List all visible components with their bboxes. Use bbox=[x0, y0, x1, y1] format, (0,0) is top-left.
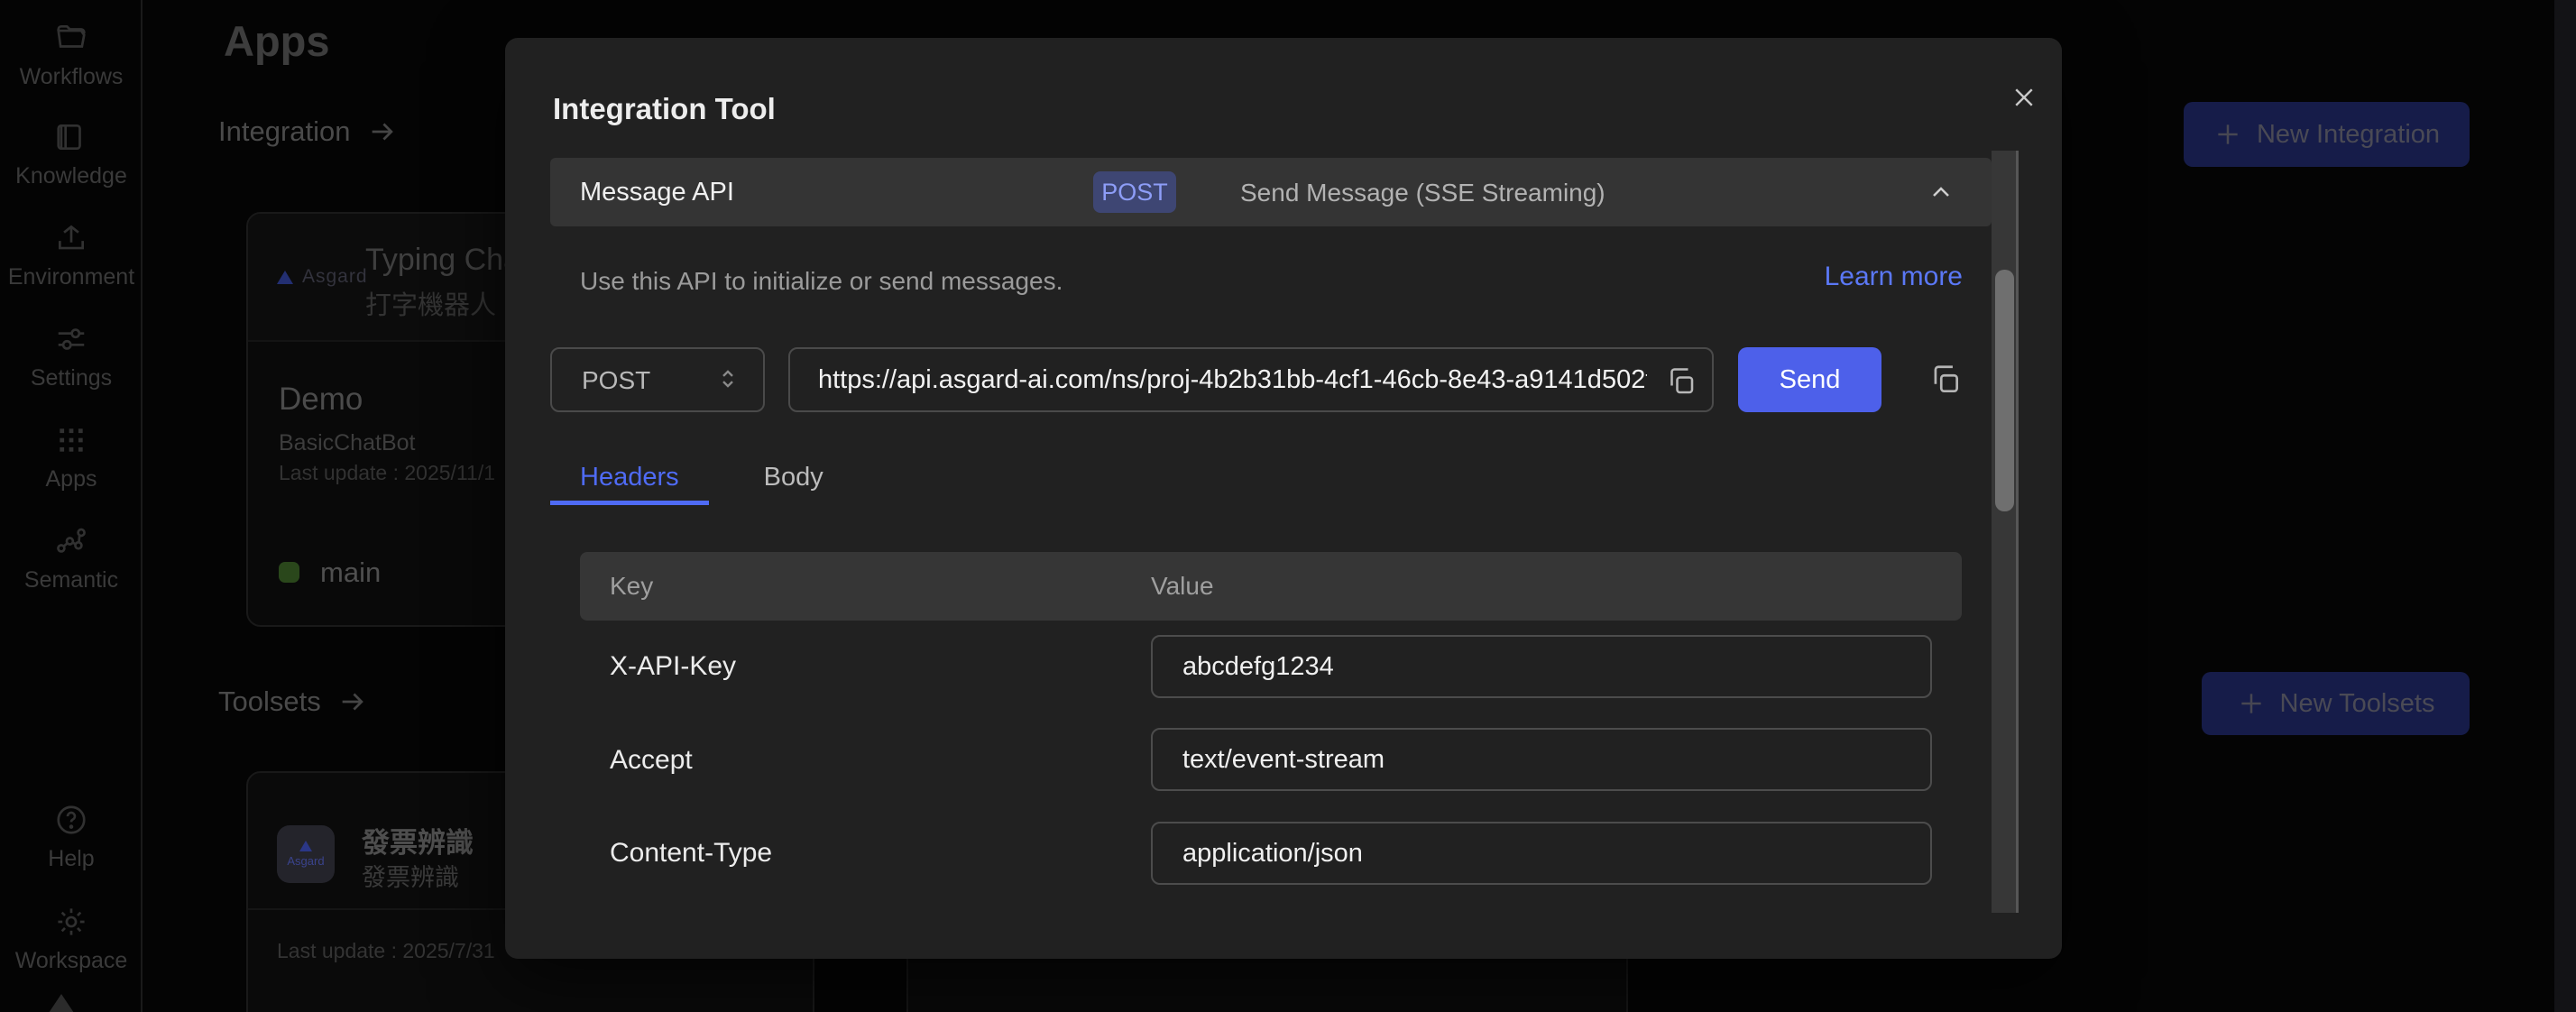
column-value: Value bbox=[1151, 572, 1214, 601]
grid-icon bbox=[54, 423, 88, 457]
brand-row: Asgard bbox=[277, 266, 368, 288]
toolset-title: 發票辨識 bbox=[362, 820, 474, 860]
sidebar: Workflows Knowledge Environment Settings… bbox=[0, 0, 143, 1012]
branch-label: main bbox=[320, 557, 381, 589]
request-tabs: Headers Body bbox=[550, 455, 853, 505]
plus-icon bbox=[2237, 689, 2266, 718]
sidebar-item-knowledge[interactable]: Knowledge bbox=[0, 120, 143, 189]
arrow-right-icon bbox=[367, 116, 398, 147]
app-name: Demo bbox=[279, 382, 363, 418]
api-info-text: Use this API to initialize or send messa… bbox=[580, 267, 1063, 296]
arrow-right-icon bbox=[337, 686, 368, 717]
header-key: Accept bbox=[610, 745, 693, 776]
gear-icon bbox=[54, 905, 88, 939]
modal-title: Integration Tool bbox=[553, 92, 776, 126]
learn-more-link[interactable]: Learn more bbox=[1825, 262, 1963, 292]
asgard-triangle-icon bbox=[277, 271, 293, 284]
sidebar-item-apps[interactable]: Apps bbox=[0, 423, 143, 492]
asgard-logo-icon bbox=[47, 994, 76, 1012]
method-select-value: POST bbox=[582, 366, 650, 395]
modal-scrollbar-thumb[interactable] bbox=[1995, 270, 2014, 511]
new-integration-button[interactable]: New Integration bbox=[2184, 102, 2470, 167]
app-last-update: Last update : 2025/11/1 bbox=[279, 461, 495, 485]
brand-label: Asgard bbox=[287, 854, 324, 868]
sidebar-item-workspace[interactable]: Workspace bbox=[0, 905, 143, 974]
url-input-wrap bbox=[788, 347, 1714, 412]
sliders-icon bbox=[54, 322, 88, 356]
sidebar-item-semantic[interactable]: Semantic bbox=[0, 524, 143, 593]
tab-headers[interactable]: Headers bbox=[550, 455, 709, 505]
select-chevrons-icon bbox=[714, 365, 741, 398]
api-name: Message API bbox=[580, 178, 734, 207]
sidebar-item-settings[interactable]: Settings bbox=[0, 322, 143, 391]
folder-icon bbox=[54, 21, 88, 55]
help-circle-icon bbox=[54, 803, 88, 837]
url-input[interactable] bbox=[790, 349, 1712, 410]
integration-section-link[interactable]: Integration bbox=[218, 115, 398, 148]
sidebar-item-workflows[interactable]: Workflows bbox=[0, 21, 143, 90]
send-button[interactable]: Send bbox=[1738, 347, 1881, 412]
upload-icon bbox=[54, 221, 88, 255]
network-icon bbox=[54, 524, 88, 558]
header-value-field-wrap bbox=[1151, 728, 1932, 791]
header-value-field-wrap bbox=[1151, 822, 1932, 885]
close-icon[interactable] bbox=[2004, 78, 2044, 117]
branch-status-dot bbox=[279, 562, 299, 583]
header-key: X-API-Key bbox=[610, 651, 736, 682]
api-description: Send Message (SSE Streaming) bbox=[1240, 179, 1605, 207]
book-icon bbox=[54, 120, 88, 154]
copy-request-icon[interactable] bbox=[1928, 363, 1963, 397]
app-card-subtitle: 打字機器人 bbox=[365, 284, 496, 322]
header-key: Content-Type bbox=[610, 838, 772, 869]
integration-tool-modal: Integration Tool Message API POST Send M… bbox=[505, 38, 2062, 959]
integration-section-label: Integration bbox=[218, 115, 351, 148]
app-type: BasicChatBot bbox=[279, 430, 415, 456]
new-toolsets-label: New Toolsets bbox=[2280, 689, 2435, 719]
toolsets-section-label: Toolsets bbox=[218, 685, 321, 718]
message-api-accordion-header[interactable]: Message API POST Send Message (SSE Strea… bbox=[550, 158, 1992, 226]
tab-body[interactable]: Body bbox=[734, 455, 853, 505]
header-value-input[interactable] bbox=[1153, 823, 1930, 883]
toolsets-section-link[interactable]: Toolsets bbox=[218, 685, 368, 718]
copy-url-icon[interactable] bbox=[1665, 365, 1697, 398]
sidebar-item-environment[interactable]: Environment bbox=[0, 221, 143, 290]
chevron-up-icon[interactable] bbox=[1927, 178, 1955, 207]
method-badge: POST bbox=[1093, 171, 1176, 213]
toolset-subtitle: 發票辨識 bbox=[362, 858, 459, 893]
plus-icon bbox=[2213, 120, 2242, 149]
header-value-input[interactable] bbox=[1153, 637, 1930, 696]
asgard-triangle-icon bbox=[299, 841, 312, 851]
new-integration-label: New Integration bbox=[2257, 120, 2440, 150]
new-toolsets-button[interactable]: New Toolsets bbox=[2202, 672, 2470, 735]
toolset-last-update: Last update : 2025/7/31 bbox=[277, 939, 495, 963]
page-scrollbar-gutter[interactable] bbox=[2554, 0, 2576, 1012]
headers-table-header: Key Value bbox=[580, 552, 1962, 621]
header-value-field-wrap bbox=[1151, 635, 1932, 698]
method-select[interactable]: POST bbox=[550, 347, 765, 412]
sidebar-item-help[interactable]: Help bbox=[0, 803, 143, 872]
header-value-input[interactable] bbox=[1153, 730, 1930, 789]
page-title: Apps bbox=[224, 16, 330, 66]
brand-label: Asgard bbox=[302, 266, 368, 288]
modal-scrollbar-track[interactable] bbox=[1992, 151, 2019, 913]
toolset-logo: Asgard bbox=[277, 825, 335, 883]
column-key: Key bbox=[610, 572, 653, 601]
